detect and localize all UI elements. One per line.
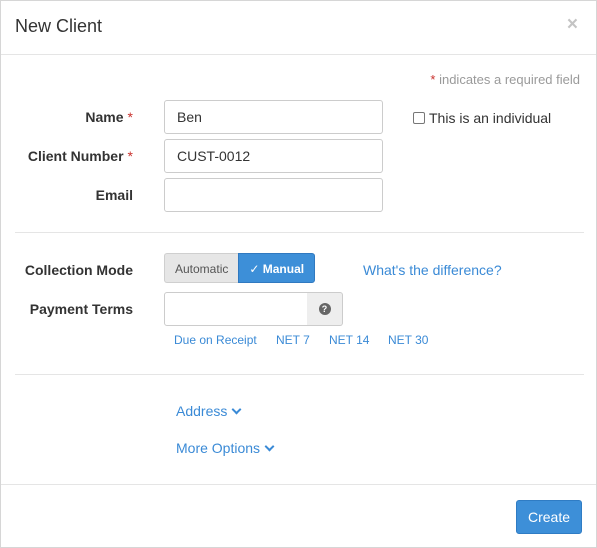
name-input[interactable] (164, 100, 383, 134)
address-expander[interactable]: Address (176, 403, 242, 419)
chevron-down-icon[interactable] (231, 404, 242, 415)
modal-header: New Client × (1, 1, 596, 55)
client-number-label: Client Number * (28, 148, 133, 164)
client-number-input[interactable] (164, 139, 383, 173)
term-net-30[interactable]: NET 30 (388, 333, 428, 347)
section-divider (15, 374, 584, 375)
whats-the-difference-link[interactable]: What's the difference? (363, 262, 502, 278)
address-expander-label[interactable]: Address (176, 403, 227, 419)
collection-mode-label: Collection Mode (24, 262, 133, 278)
name-label-text: Name (85, 109, 124, 125)
individual-checkbox-label[interactable]: This is an individual (429, 110, 551, 126)
individual-checkbox[interactable] (413, 112, 425, 124)
required-note-text: indicates a required field (435, 72, 580, 87)
chevron-down-icon[interactable] (264, 441, 275, 452)
email-label: Email (95, 187, 133, 203)
term-due-on-receipt[interactable]: Due on Receipt (174, 333, 257, 347)
question-circle-icon[interactable]: ? (318, 303, 331, 315)
payment-terms-help-addon[interactable]: ? (307, 292, 343, 326)
required-star: * (127, 109, 133, 125)
required-field-note: * indicates a required field (430, 72, 580, 87)
name-label: Name * (85, 109, 133, 125)
collection-mode-manual[interactable]: ✓ Manual (238, 253, 316, 283)
modal-title: New Client (15, 16, 103, 36)
collection-mode-automatic[interactable]: Automatic (164, 253, 239, 283)
payment-terms-input[interactable] (164, 292, 308, 326)
payment-terms-label: Payment Terms (29, 301, 133, 317)
create-button[interactable]: Create (516, 500, 582, 534)
required-star: * (127, 148, 133, 164)
close-icon[interactable]: × (567, 14, 578, 36)
new-client-modal: New Client × * indicates a required fiel… (0, 0, 597, 548)
collection-mode-toggle: Automatic ✓ Manual (164, 253, 316, 283)
email-input[interactable] (164, 178, 383, 212)
client-number-label-text: Client Number (27, 148, 124, 164)
individual-checkbox-wrap[interactable]: This is an individual (413, 110, 551, 126)
section-divider (15, 232, 584, 233)
footer-divider (1, 484, 596, 485)
term-net-7[interactable]: NET 7 (276, 333, 310, 347)
more-options-expander[interactable]: More Options (176, 440, 275, 456)
more-options-expander-label[interactable]: More Options (176, 440, 260, 456)
term-net-14[interactable]: NET 14 (329, 333, 369, 347)
